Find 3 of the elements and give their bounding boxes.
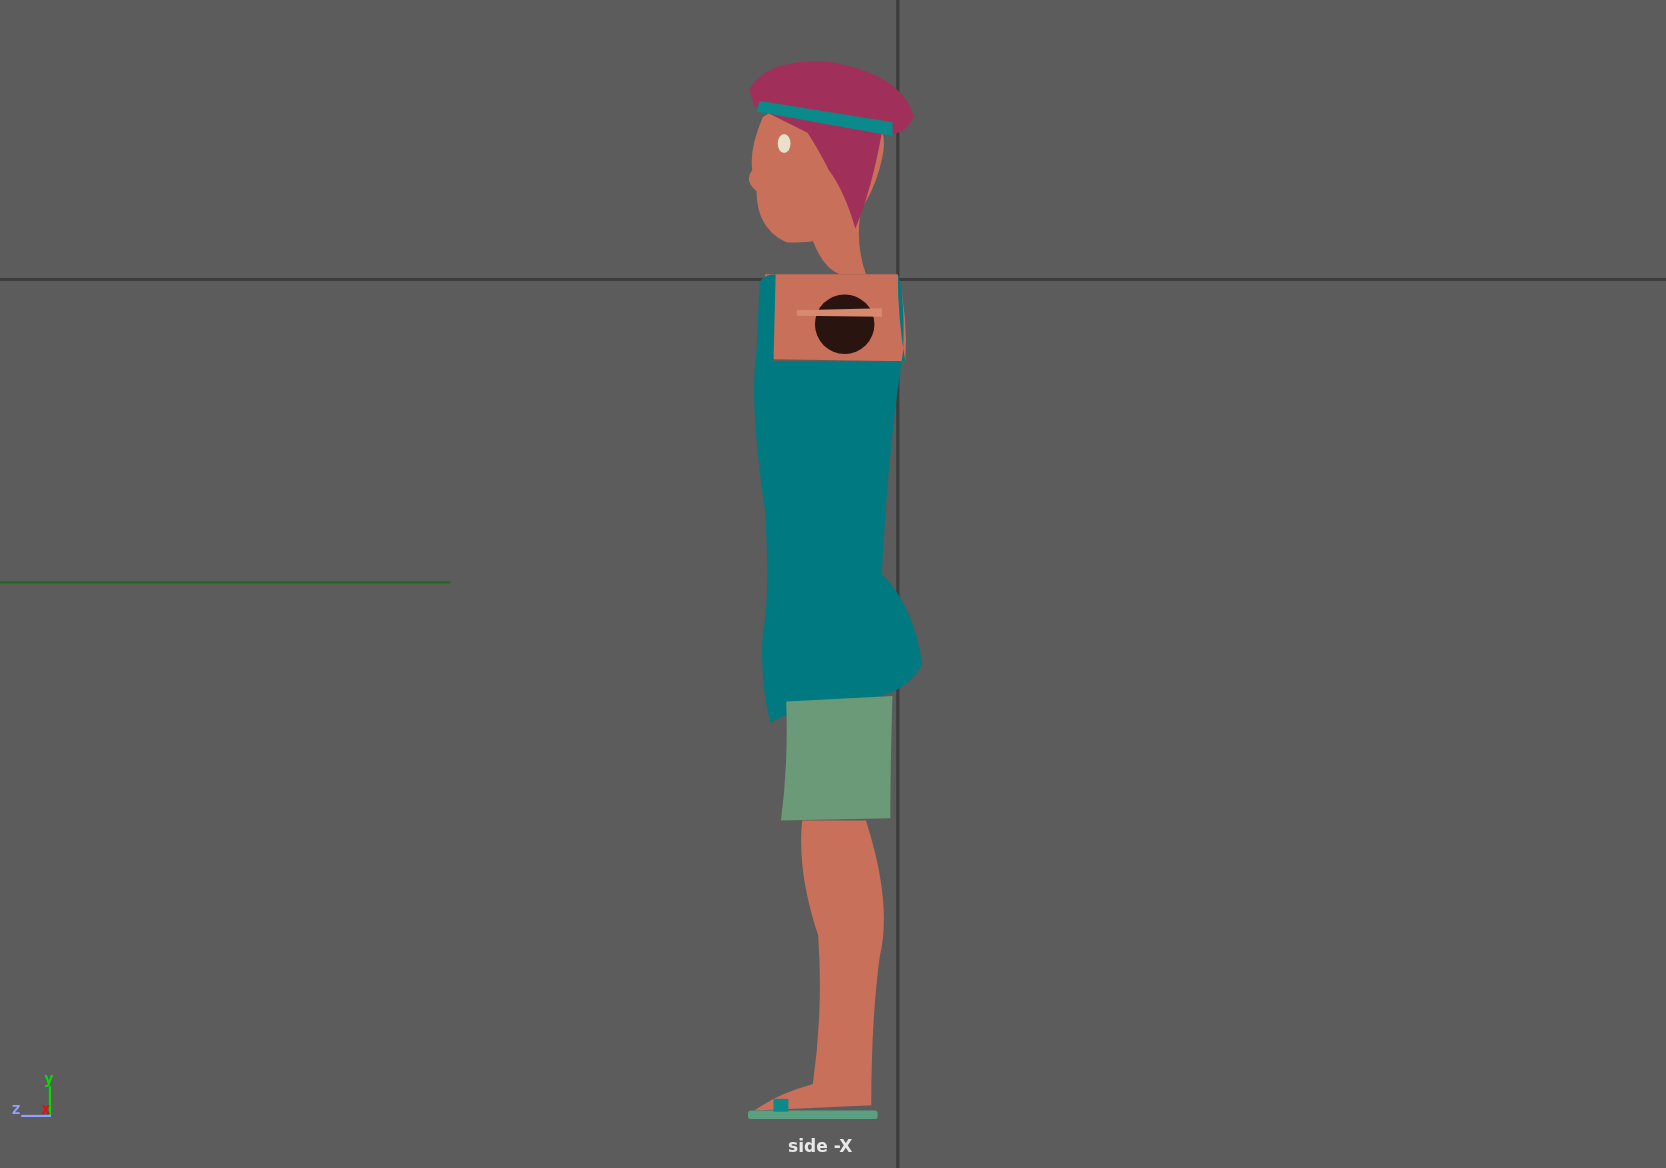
camera-label: side -X	[788, 1136, 853, 1157]
axis-label: y	[44, 1069, 54, 1089]
axis-label: z	[11, 1098, 21, 1118]
